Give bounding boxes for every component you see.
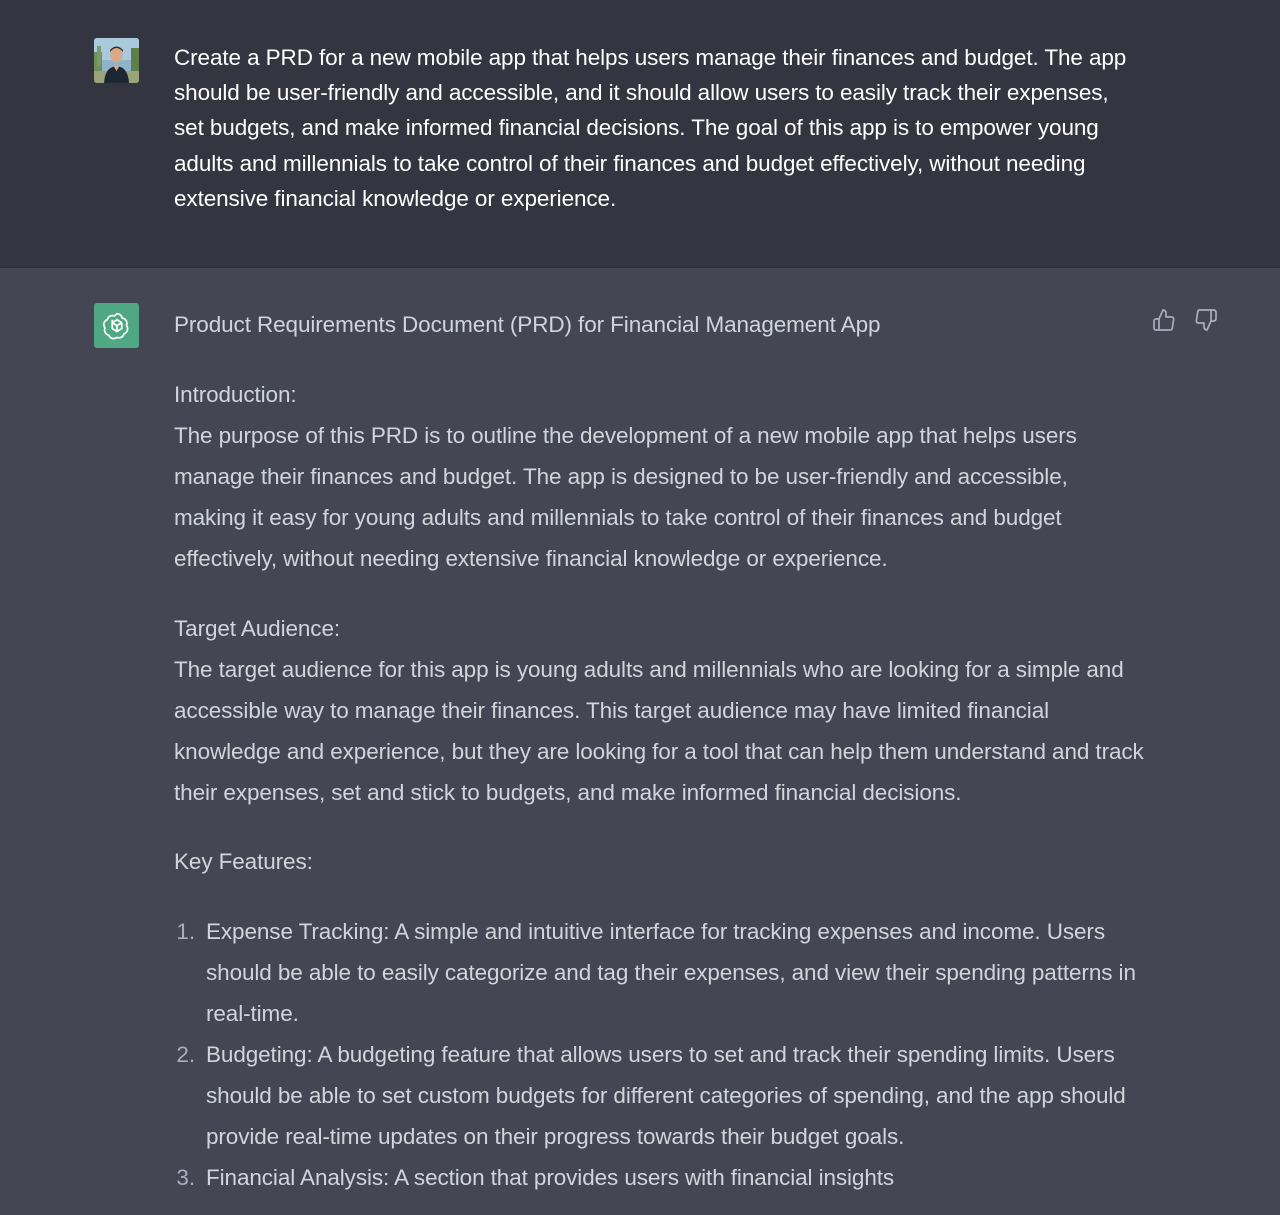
thumbs-up-button[interactable] <box>1152 307 1176 333</box>
section-heading: Target Audience: <box>174 616 341 641</box>
list-item-number: 2. <box>176 1042 195 1067</box>
assistant-response: Product Requirements Document (PRD) for … <box>174 305 1144 1198</box>
list-item-text: Expense Tracking: A simple and intuitive… <box>206 919 1136 1026</box>
user-message: Create a PRD for a new mobile app that h… <box>0 0 1280 268</box>
features-list: 1. Expense Tracking: A simple and intuit… <box>174 911 1144 1198</box>
thumbs-up-icon <box>1153 309 1175 331</box>
assistant-avatar <box>94 303 139 348</box>
list-item-number: 3. <box>176 1165 195 1190</box>
section-body: The purpose of this PRD is to outline th… <box>174 423 1077 571</box>
user-message-text: Create a PRD for a new mobile app that h… <box>174 45 1127 211</box>
thumbs-down-button[interactable] <box>1194 307 1218 333</box>
section-heading: Introduction: <box>174 382 297 407</box>
section-target-audience: Target Audience: The target audience for… <box>174 608 1144 813</box>
list-item: 1. Expense Tracking: A simple and intuit… <box>176 911 1144 1034</box>
response-title: Product Requirements Document (PRD) for … <box>174 312 881 337</box>
list-item-number: 1. <box>176 919 195 944</box>
section-introduction: Introduction: The purpose of this PRD is… <box>174 374 1144 579</box>
user-avatar <box>94 38 139 83</box>
section-body: The target audience for this app is youn… <box>174 657 1144 805</box>
list-item-text: Budgeting: A budgeting feature that allo… <box>206 1042 1126 1149</box>
key-features-heading: Key Features: <box>174 849 313 874</box>
list-item-text: Financial Analysis: A section that provi… <box>206 1165 895 1190</box>
feedback-buttons <box>1152 307 1218 333</box>
openai-logo-icon <box>102 312 128 339</box>
list-item: 2. Budgeting: A budgeting feature that a… <box>176 1034 1144 1157</box>
list-item: 3. Financial Analysis: A section that pr… <box>176 1157 1144 1198</box>
assistant-message: Product Requirements Document (PRD) for … <box>0 269 1280 1215</box>
thumbs-down-icon <box>1195 309 1217 331</box>
user-avatar-photo <box>94 38 139 83</box>
